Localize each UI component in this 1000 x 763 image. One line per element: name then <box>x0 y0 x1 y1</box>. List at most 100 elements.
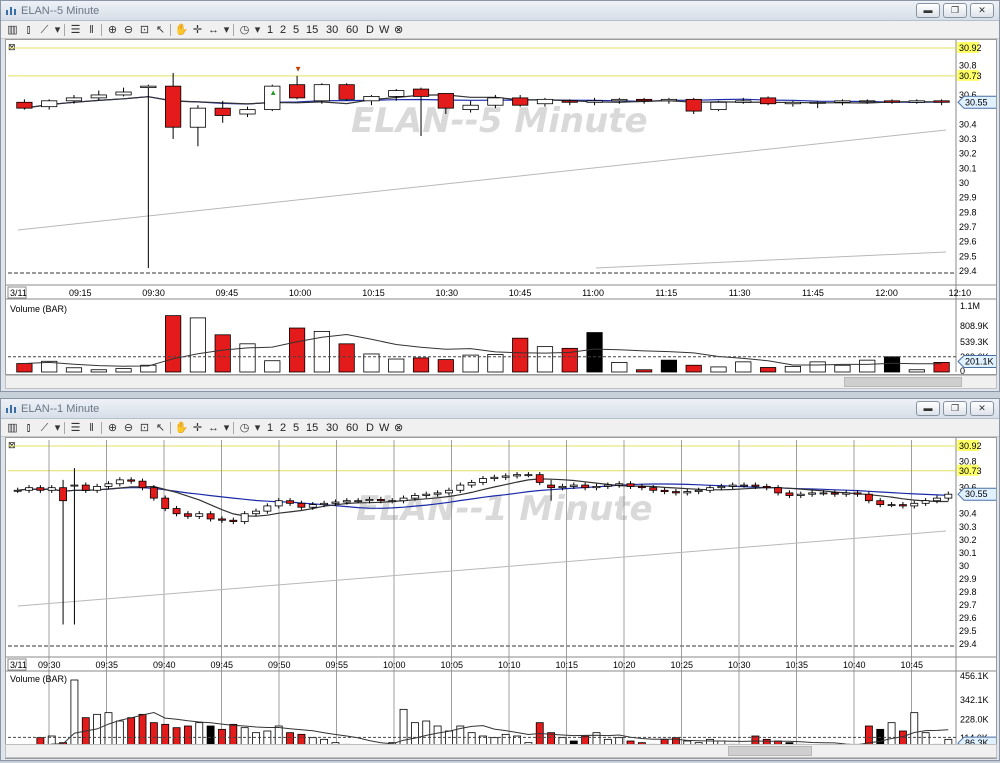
close-button[interactable]: ✕ <box>970 401 994 416</box>
dropdown-icon[interactable]: ▾ <box>253 421 262 435</box>
zoom-in-icon[interactable]: ⊕ <box>105 23 120 37</box>
list-icon[interactable]: ☰ <box>68 23 83 37</box>
interval-button-d[interactable]: D <box>366 23 374 37</box>
volume-bar <box>65 367 83 373</box>
measure-icon[interactable]: ↔ <box>206 23 221 37</box>
dropdown-icon[interactable]: ▾ <box>253 23 262 37</box>
bar-chart-icon[interactable]: ▥ <box>5 23 20 37</box>
zoom-fit-icon[interactable]: ⊡ <box>137 23 152 37</box>
interval-button-2[interactable]: 2 <box>280 23 286 37</box>
time-tick-label: 10:35 <box>786 660 809 670</box>
candlestick-icon[interactable]: ⫾ <box>21 23 36 37</box>
zoom-in-icon[interactable]: ⊕ <box>105 421 120 435</box>
crosshair-icon[interactable]: ✛ <box>190 23 205 37</box>
chart-window-5min[interactable]: ELAN--5 Minute ▬ ❐ ✕ ▥ ⫾ ⟋ ▾ ☰ ‖ ⊕ ⊖ ⊡ ↖ ✋ ✛ ↔ ▾ ◷ ▾ 1 2 5… <box>0 0 1000 392</box>
measure-icon[interactable]: ↔ <box>206 421 221 435</box>
interval-button-60[interactable]: 60 <box>346 421 358 435</box>
candle-up <box>933 497 941 502</box>
hand-icon[interactable]: ✋ <box>174 421 189 435</box>
candle-up <box>342 500 351 503</box>
volume-tick-label: 228.0K <box>960 715 989 725</box>
candle-up <box>313 84 330 102</box>
chart-canvas[interactable]: ⊠ELAN--5 Minute▲▼30.9230.830.7330.630.55… <box>6 40 999 376</box>
candle-down <box>547 484 556 489</box>
interval-button-15[interactable]: 15 <box>306 23 318 37</box>
clock-icon[interactable]: ◷ <box>237 421 252 435</box>
price-tick-label: 30.73 <box>959 466 982 476</box>
zoom-out-icon[interactable]: ⊖ <box>121 421 136 435</box>
time-tick-label: 10:10 <box>498 660 521 670</box>
chart-window-1min[interactable]: ELAN--1 Minute ▬ ❐ ✕ ▥ ⫾ ⟋ ▾ ☰ ‖ ⊕ ⊖ ⊡ ↖ ✋ ✛ ↔ ▾ ◷ ▾ 1 2 5… <box>0 398 1000 761</box>
minimize-button[interactable]: ▬ <box>916 401 940 416</box>
line-chart-icon[interactable]: ⟋ <box>37 421 52 435</box>
interval-button-60[interactable]: 60 <box>346 23 358 37</box>
hand-icon[interactable]: ✋ <box>174 23 189 37</box>
interval-button-1[interactable]: 1 <box>267 421 273 435</box>
time-tick-label: 09:50 <box>268 660 291 670</box>
interval-button-5[interactable]: 5 <box>293 23 299 37</box>
volume-bar <box>636 369 653 373</box>
interval-button-d[interactable]: D <box>366 421 374 435</box>
interval-button-15[interactable]: 15 <box>306 421 318 435</box>
crosshair-icon[interactable]: ✛ <box>190 421 205 435</box>
line-chart-icon[interactable]: ⟋ <box>37 23 52 37</box>
price-tick-label: 30 <box>959 561 969 571</box>
interval-button-2[interactable]: 2 <box>280 421 286 435</box>
dropdown-icon[interactable]: ▾ <box>53 23 62 37</box>
cursor-icon[interactable]: ↖ <box>153 23 168 37</box>
toolbar-separator <box>170 422 171 434</box>
scrollbar-thumb[interactable] <box>844 377 962 387</box>
chart-canvas[interactable]: ⊠ELAN--1 Minute30.9230.830.7330.630.5530… <box>6 438 999 760</box>
candle-up <box>592 485 601 489</box>
interval-button-30[interactable]: 30 <box>326 421 338 435</box>
time-tick-label: 09:45 <box>216 288 239 298</box>
zoom-out-icon[interactable]: ⊖ <box>121 23 136 37</box>
close-chart-icon[interactable]: ⊗ <box>394 421 403 435</box>
scrollbar-thumb[interactable] <box>728 746 812 756</box>
dropdown-icon[interactable]: ▾ <box>222 421 231 435</box>
interval-button-5[interactable]: 5 <box>293 421 299 435</box>
title-bar[interactable]: ELAN--5 Minute ▬ ❐ ✕ <box>1 1 999 21</box>
volume-bar <box>264 360 281 373</box>
restore-button[interactable]: ❐ <box>943 401 967 416</box>
columns-icon[interactable]: ‖ <box>84 23 99 37</box>
interval-button-1[interactable]: 1 <box>267 23 273 37</box>
restore-button[interactable]: ❐ <box>943 3 967 18</box>
candle-down <box>762 485 771 489</box>
horizontal-scrollbar[interactable] <box>5 744 997 758</box>
window-title: ELAN--5 Minute <box>21 5 100 17</box>
candle-up <box>115 91 132 96</box>
title-bar[interactable]: ELAN--1 Minute ▬ ❐ ✕ <box>1 399 999 419</box>
chart-toolbar: ▥ ⫾ ⟋ ▾ ☰ ‖ ⊕ ⊖ ⊡ ↖ ✋ ✛ ↔ ▾ ◷ ▾ 1 2 5 15 30 60 D W ⊗ <box>1 21 999 39</box>
candle-up <box>513 474 521 477</box>
volume-bar <box>165 315 182 373</box>
candle-up <box>569 484 578 487</box>
cursor-icon[interactable]: ↖ <box>153 421 168 435</box>
time-tick-label: 10:30 <box>436 288 459 298</box>
bar-chart-icon[interactable]: ▥ <box>5 421 20 435</box>
columns-icon[interactable]: ‖ <box>84 421 99 435</box>
candle-up <box>263 505 272 512</box>
close-chart-icon[interactable]: ⊗ <box>394 23 403 37</box>
candlestick-icon[interactable]: ⫾ <box>21 421 36 435</box>
volume-bar <box>214 334 231 373</box>
time-tick-label: 10:45 <box>901 660 924 670</box>
candle-up <box>683 491 692 494</box>
chart-panel[interactable]: ⊠ ELAN--5 Minute ▲ ▼ 30.92 30.8 30.73 30.6 30.55… <box>5 39 999 376</box>
chart-panel[interactable]: ⊠ ELAN--1 Minute 30.92 30.8 30.73 30.6 30.55 30… <box>5 437 999 760</box>
interval-button-30[interactable]: 30 <box>326 23 338 37</box>
candle-up <box>422 493 431 496</box>
dropdown-icon[interactable]: ▾ <box>222 23 231 37</box>
interval-button-w[interactable]: W <box>379 23 389 37</box>
dropdown-icon[interactable]: ▾ <box>53 421 62 435</box>
candle-up <box>536 98 554 105</box>
list-icon[interactable]: ☰ <box>68 421 83 435</box>
minimize-button[interactable]: ▬ <box>916 3 940 18</box>
candle-up <box>140 85 157 89</box>
candle-down <box>297 502 306 508</box>
interval-button-w[interactable]: W <box>379 421 389 435</box>
zoom-fit-icon[interactable]: ⊡ <box>137 421 152 435</box>
clock-icon[interactable]: ◷ <box>237 23 252 37</box>
close-button[interactable]: ✕ <box>970 3 994 18</box>
horizontal-scrollbar[interactable] <box>5 375 997 389</box>
